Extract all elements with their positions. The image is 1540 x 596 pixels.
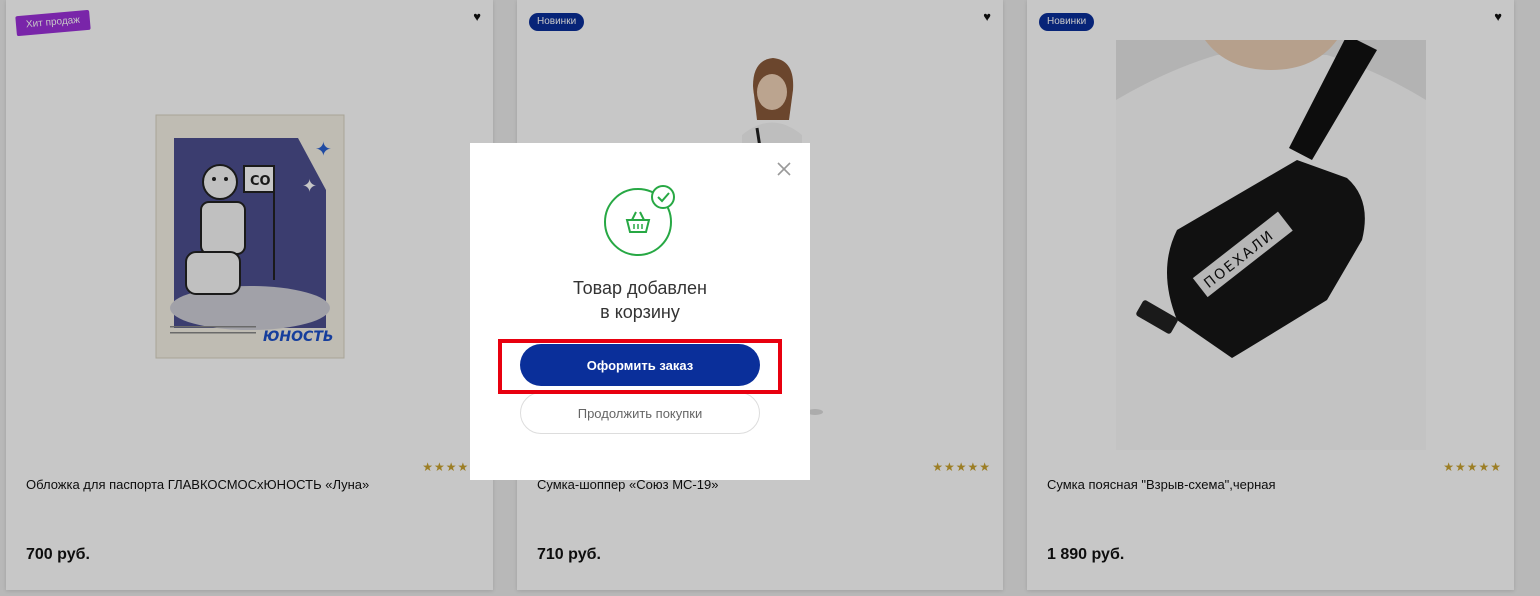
added-to-cart-modal: Товар добавлен в корзину Оформить заказ … xyxy=(470,143,810,480)
close-icon[interactable] xyxy=(776,161,792,177)
checkout-button[interactable]: Оформить заказ xyxy=(520,344,760,386)
modal-title: Товар добавлен в корзину xyxy=(572,278,707,322)
basket-check-icon xyxy=(604,185,675,256)
continue-shopping-button[interactable]: Продолжить покупки xyxy=(520,392,760,434)
